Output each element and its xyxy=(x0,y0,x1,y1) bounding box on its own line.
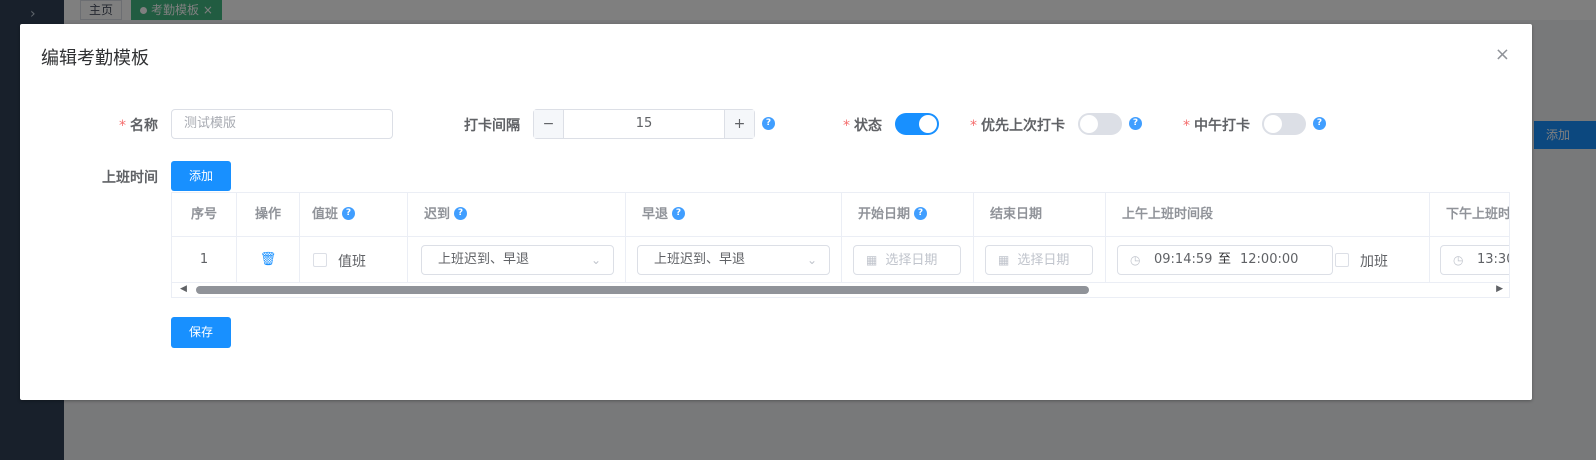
header-start-date: 开始日期? xyxy=(842,193,974,237)
pm-time-range-picker[interactable]: ◷ 13:30 xyxy=(1440,245,1509,275)
work-time-table[interactable]: 序号 操作 值班? 迟到? 早退? 开始日期? 结束日期 上午上班时间段 下午上… xyxy=(171,192,1510,298)
row-action: 🗑 xyxy=(237,237,300,283)
row-early: 上班迟到、早退 ⌄ xyxy=(626,237,842,283)
calendar-icon: ▦ xyxy=(998,253,1010,267)
early-select-value: 上班迟到、早退 xyxy=(654,252,746,267)
status-label-text: 状态 xyxy=(854,118,882,134)
header-start-date-text: 开始日期 xyxy=(858,207,911,222)
name-input[interactable] xyxy=(184,116,380,131)
early-select[interactable]: 上班迟到、早退 ⌄ xyxy=(637,245,830,275)
end-date-picker[interactable]: ▦ 选择日期 xyxy=(985,245,1093,275)
interval-help-icon[interactable]: ? xyxy=(762,117,775,130)
chevron-down-icon: ⌄ xyxy=(806,253,817,267)
header-early-text: 早退 xyxy=(642,207,669,222)
save-button[interactable]: 保存 xyxy=(171,317,231,348)
row-start-date: ▦ 选择日期 xyxy=(842,237,974,283)
dialog-title: 编辑考勤模板 xyxy=(41,48,149,69)
interval-stepper[interactable]: − 15 + xyxy=(533,109,755,139)
delete-icon[interactable]: 🗑 xyxy=(260,237,277,283)
noon-switch[interactable] xyxy=(1262,113,1306,135)
end-date-placeholder: 选择日期 xyxy=(1017,253,1070,268)
range-separator: 至 xyxy=(1218,252,1232,267)
am-start-time[interactable]: 09:14:59 xyxy=(1154,246,1212,274)
row-duty: 值班 xyxy=(300,237,408,283)
late-select[interactable]: 上班迟到、早退 ⌄ xyxy=(421,245,614,275)
row-am-period: ◷ 09:14:59 至 12:00:00 加班 xyxy=(1106,237,1430,283)
scroll-right-icon[interactable]: ▶ xyxy=(1496,284,1503,294)
interval-label: 打卡间隔 xyxy=(464,118,520,134)
row-late: 上班迟到、早退 ⌄ xyxy=(408,237,626,283)
start-date-help-icon[interactable]: ? xyxy=(914,207,928,220)
header-end-date: 结束日期 xyxy=(974,193,1106,237)
late-help-icon[interactable]: ? xyxy=(454,207,468,220)
header-duty: 值班? xyxy=(300,193,408,237)
edit-template-dialog: 编辑考勤模板 × *名称 打卡间隔 − 15 + ? *状态 *优先上次打卡 ?… xyxy=(20,24,1532,400)
noon-help-icon[interactable]: ? xyxy=(1313,117,1326,130)
table-horizontal-scrollbar[interactable]: ◀ ▶ xyxy=(172,283,1509,297)
duty-checkbox-label[interactable]: 值班 xyxy=(338,251,366,271)
header-index: 序号 xyxy=(172,193,237,237)
early-help-icon[interactable]: ? xyxy=(672,207,686,220)
overtime-checkbox-label[interactable]: 加班 xyxy=(1360,251,1388,271)
prefer-last-help-icon[interactable]: ? xyxy=(1129,117,1142,130)
noon-label-text: 中午打卡 xyxy=(1194,118,1250,134)
scroll-left-icon[interactable]: ◀ xyxy=(180,284,187,294)
required-mark: * xyxy=(970,118,977,134)
duty-checkbox[interactable] xyxy=(313,253,327,267)
header-action: 操作 xyxy=(237,193,300,237)
name-label: * 名称 xyxy=(100,115,158,135)
clock-icon: ◷ xyxy=(1130,253,1141,267)
name-label-text: 名称 xyxy=(130,118,158,134)
required-mark: * xyxy=(1183,118,1190,134)
prefer-last-label-text: 优先上次打卡 xyxy=(981,118,1065,134)
row-pm-period: ◷ 13:30 xyxy=(1430,237,1509,283)
header-early: 早退? xyxy=(626,193,842,237)
am-time-range-picker[interactable]: ◷ 09:14:59 至 12:00:00 xyxy=(1117,245,1333,275)
late-select-value: 上班迟到、早退 xyxy=(438,252,530,267)
header-late: 迟到? xyxy=(408,193,626,237)
header-pm-period: 下午上班时间段 xyxy=(1430,193,1509,237)
start-date-placeholder: 选择日期 xyxy=(885,253,938,268)
required-mark: * xyxy=(119,118,126,134)
noon-label: * 中午打卡 xyxy=(1170,115,1250,135)
chevron-down-icon: ⌄ xyxy=(590,253,601,267)
name-field[interactable] xyxy=(171,109,393,139)
status-label: * 状态 xyxy=(830,115,882,135)
close-icon[interactable]: × xyxy=(1495,46,1510,64)
row-end-date: ▦ 选择日期 xyxy=(974,237,1106,283)
pm-start-time[interactable]: 13:30 xyxy=(1477,246,1509,274)
increase-button[interactable]: + xyxy=(724,110,754,138)
prefer-last-label: * 优先上次打卡 xyxy=(960,115,1065,135)
start-date-picker[interactable]: ▦ 选择日期 xyxy=(853,245,961,275)
calendar-icon: ▦ xyxy=(866,253,878,267)
header-am-period: 上午上班时间段 xyxy=(1106,193,1430,237)
prefer-last-switch[interactable] xyxy=(1078,113,1122,135)
decrease-button[interactable]: − xyxy=(534,110,564,138)
add-button[interactable]: 添加 xyxy=(171,161,231,191)
interval-value[interactable]: 15 xyxy=(564,110,724,138)
header-duty-text: 值班 xyxy=(312,207,339,222)
am-end-time[interactable]: 12:00:00 xyxy=(1240,246,1298,274)
clock-icon: ◷ xyxy=(1453,253,1464,267)
scrollbar-thumb[interactable] xyxy=(196,286,1089,294)
overtime-checkbox[interactable] xyxy=(1335,253,1349,267)
required-mark: * xyxy=(843,118,850,134)
row-index: 1 xyxy=(172,237,237,283)
work-time-label: 上班时间 xyxy=(102,170,158,186)
duty-help-icon[interactable]: ? xyxy=(342,207,356,220)
header-late-text: 迟到 xyxy=(424,207,451,222)
status-switch[interactable] xyxy=(895,113,939,135)
